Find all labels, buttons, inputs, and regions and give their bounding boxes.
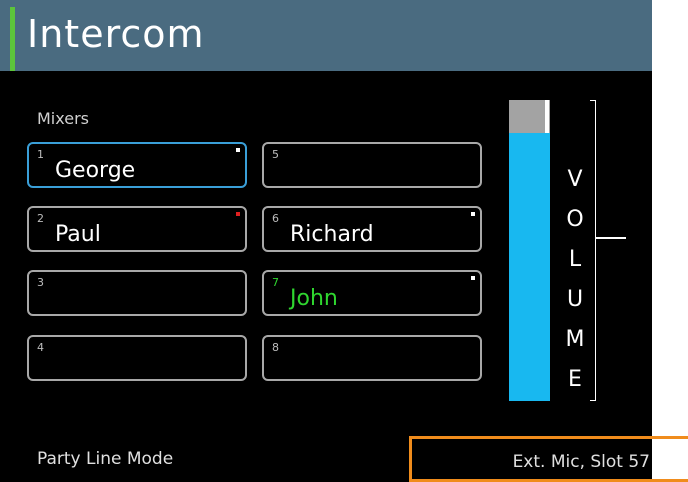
title-bar: Intercom <box>0 0 652 71</box>
volume-letter: E <box>568 367 582 392</box>
mixer-slot-5[interactable]: 5 <box>262 142 482 188</box>
volume-letter: O <box>566 207 584 232</box>
slot-name: George <box>55 158 136 183</box>
mixer-slot-2[interactable]: 2 Paul <box>27 206 247 252</box>
volume-tick-mark <box>596 237 626 239</box>
slot-name: Richard <box>290 222 374 247</box>
source-status-box[interactable]: Ext. Mic, Slot 57 <box>409 436 688 482</box>
status-indicator <box>236 148 240 152</box>
volume-letter: L <box>568 247 582 272</box>
status-indicator <box>471 212 475 216</box>
mixer-slot-6[interactable]: 6 Richard <box>262 206 482 252</box>
slot-name: Paul <box>55 222 101 247</box>
volume-letter: V <box>567 167 583 192</box>
volume-bracket <box>590 100 596 401</box>
volume-slider-handle[interactable] <box>545 100 549 133</box>
source-status-text: Ext. Mic, Slot 57 <box>512 452 650 472</box>
slot-number: 5 <box>272 148 279 161</box>
slot-name: John <box>290 286 338 311</box>
mixer-slot-8[interactable]: 8 <box>262 335 482 381</box>
status-indicator <box>236 212 240 216</box>
status-indicator <box>471 276 475 280</box>
volume-letter: U <box>566 287 584 312</box>
mixer-slot-3[interactable]: 3 <box>27 270 247 316</box>
volume-slider-empty <box>509 100 550 133</box>
intercom-screen: Intercom Mixers 1 George 2 Paul 3 4 5 6 … <box>0 0 652 482</box>
volume-slider[interactable] <box>509 100 550 401</box>
mixer-slot-7[interactable]: 7 John <box>262 270 482 316</box>
volume-letter: M <box>565 327 585 352</box>
slot-number: 3 <box>37 276 44 289</box>
volume-label: V O L U M E <box>560 160 590 400</box>
slot-number: 4 <box>37 341 44 354</box>
page-title: Intercom <box>27 12 205 56</box>
slot-number: 7 <box>272 276 279 289</box>
slot-number: 1 <box>37 148 44 161</box>
title-accent-bar <box>10 7 15 71</box>
mixer-slot-4[interactable]: 4 <box>27 335 247 381</box>
slot-number: 2 <box>37 212 44 225</box>
mixers-label: Mixers <box>37 109 89 128</box>
slot-number: 6 <box>272 212 279 225</box>
slot-number: 8 <box>272 341 279 354</box>
party-line-mode-label: Party Line Mode <box>37 449 174 469</box>
mixer-slot-1[interactable]: 1 George <box>27 142 247 188</box>
